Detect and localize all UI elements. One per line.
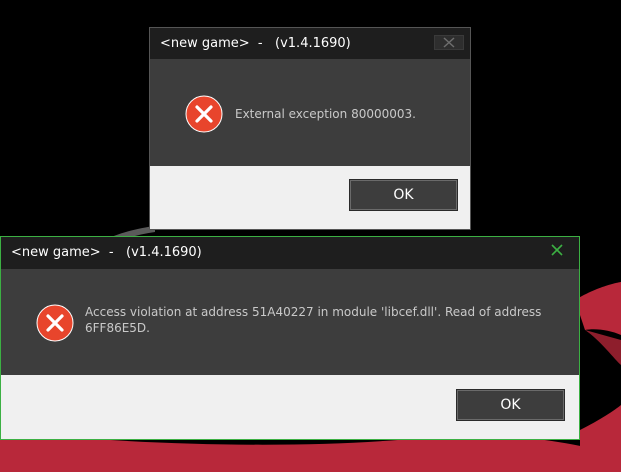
close-icon xyxy=(551,244,563,256)
ok-button[interactable]: OK xyxy=(349,179,458,211)
error-message: External exception 80000003. xyxy=(235,107,416,121)
error-x-icon xyxy=(185,95,223,133)
error-dialog-back: <new game> - (v1.4.1690) External except… xyxy=(149,27,471,230)
error-x-icon xyxy=(36,304,74,342)
dialog-body: External exception 80000003. xyxy=(150,59,470,167)
dialog-footer: OK xyxy=(150,166,470,229)
close-button[interactable] xyxy=(543,242,571,258)
ok-button[interactable]: OK xyxy=(456,389,565,421)
dialog-titlebar: <new game> - (v1.4.1690) xyxy=(1,237,579,269)
error-dialog-front: <new game> - (v1.4.1690) Access violatio… xyxy=(0,236,580,440)
dialog-footer: OK xyxy=(1,375,579,439)
close-icon xyxy=(443,37,455,48)
dialog-body: Access violation at address 51A40227 in … xyxy=(1,269,579,375)
dialog-titlebar: <new game> - (v1.4.1690) xyxy=(150,28,470,59)
close-button[interactable] xyxy=(434,35,464,50)
error-message: Access violation at address 51A40227 in … xyxy=(85,305,542,335)
